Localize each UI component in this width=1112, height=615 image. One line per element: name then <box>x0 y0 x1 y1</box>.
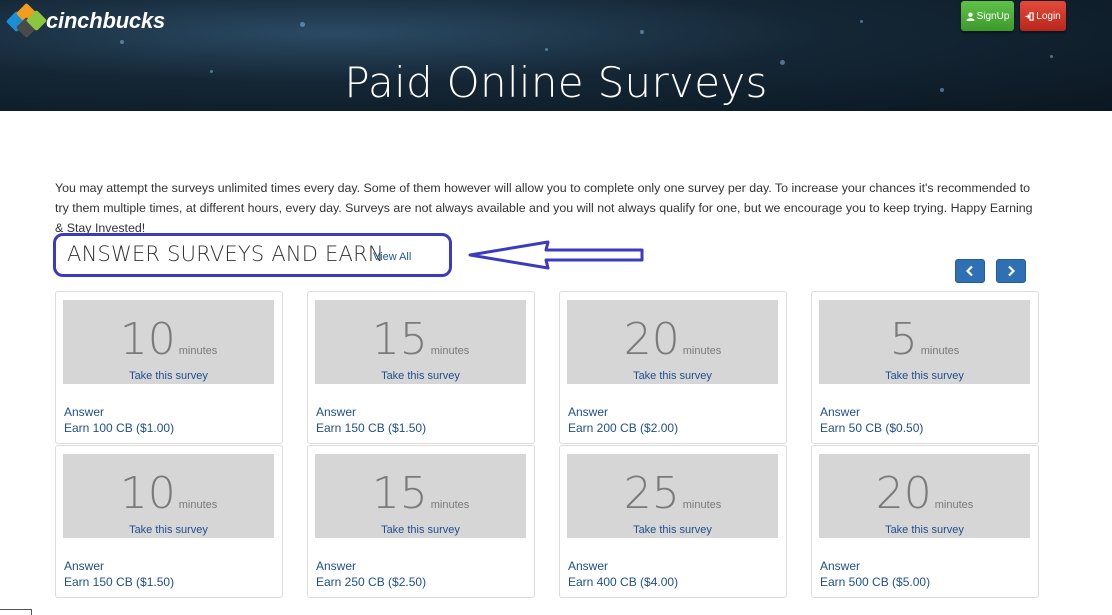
minutes-unit: minutes <box>682 345 722 357</box>
signup-label: SignUp <box>976 10 1010 22</box>
survey-card[interactable]: 15 minutes Take this survey Answer Earn 2… <box>307 445 535 598</box>
bokeh-dot <box>545 48 548 51</box>
survey-answer-link[interactable]: Answer <box>64 405 104 419</box>
survey-minutes: 10 <box>119 468 176 519</box>
survey-card[interactable]: 5 minutes Take this survey Answer Earn 50… <box>811 291 1039 444</box>
user-icon <box>966 12 975 21</box>
survey-answer-link[interactable]: Answer <box>316 405 356 419</box>
carousel-next-button[interactable] <box>996 259 1026 283</box>
survey-minutes: 20 <box>623 314 680 365</box>
bokeh-dot <box>120 40 124 44</box>
survey-tile[interactable]: 20 minutes Take this survey <box>567 300 778 384</box>
logo-text: cinchbucks <box>46 8 166 33</box>
take-survey-link[interactable]: Take this survey <box>315 370 526 382</box>
survey-reward: Earn 200 CB ($2.00) <box>568 421 679 435</box>
bokeh-dot <box>640 30 644 34</box>
hero-banner: cinchbucks SignUp Login Paid Online Surv… <box>0 0 1112 111</box>
signup-button[interactable]: SignUp <box>961 1 1014 31</box>
minutes-unit: minutes <box>920 345 960 357</box>
survey-reward: Earn 250 CB ($2.50) <box>316 575 427 589</box>
survey-card[interactable]: 10 minutes Take this survey Answer Earn 1… <box>55 291 283 444</box>
take-survey-link[interactable]: Take this survey <box>315 524 526 536</box>
minutes-unit: minutes <box>178 499 218 511</box>
section-title: ANSWER SURVEYS AND EARN <box>67 242 384 266</box>
survey-tile[interactable]: 10 minutes Take this survey <box>63 454 274 538</box>
view-all-link[interactable]: View All <box>373 251 411 263</box>
survey-minutes: 15 <box>371 314 428 365</box>
bokeh-dot <box>860 20 863 23</box>
take-survey-link[interactable]: Take this survey <box>819 524 1030 536</box>
survey-card[interactable]: 10 minutes Take this survey Answer Earn 1… <box>55 445 283 598</box>
survey-minutes: 15 <box>371 468 428 519</box>
take-survey-link[interactable]: Take this survey <box>63 370 274 382</box>
survey-tile[interactable]: 15 minutes Take this survey <box>315 454 526 538</box>
survey-tile[interactable]: 5 minutes Take this survey <box>819 300 1030 384</box>
survey-answer-link[interactable]: Answer <box>568 559 608 573</box>
survey-reward: Earn 100 CB ($1.00) <box>64 421 175 435</box>
survey-minutes: 20 <box>875 468 932 519</box>
chevron-right-icon <box>1008 265 1016 277</box>
survey-minutes: 25 <box>623 468 680 519</box>
minutes-unit: minutes <box>430 499 470 511</box>
login-button[interactable]: Login <box>1020 1 1066 31</box>
survey-card[interactable]: 25 minutes Take this survey Answer Earn 4… <box>559 445 787 598</box>
survey-tile[interactable]: 10 minutes Take this survey <box>63 300 274 384</box>
carousel-prev-button[interactable] <box>955 259 985 283</box>
survey-answer-link[interactable]: Answer <box>568 405 608 419</box>
survey-reward: Earn 150 CB ($1.50) <box>64 575 175 589</box>
survey-card[interactable]: 15 minutes Take this survey Answer Earn 1… <box>307 291 535 444</box>
survey-reward: Earn 500 CB ($5.00) <box>820 575 931 589</box>
take-survey-link[interactable]: Take this survey <box>819 370 1030 382</box>
survey-reward: Earn 50 CB ($0.50) <box>820 421 924 435</box>
take-survey-link[interactable]: Take this survey <box>63 524 274 536</box>
survey-tile[interactable]: 25 minutes Take this survey <box>567 454 778 538</box>
survey-card[interactable]: 20 minutes Take this survey Answer Earn 2… <box>559 291 787 444</box>
take-survey-link[interactable]: Take this survey <box>567 524 778 536</box>
login-label: Login <box>1036 10 1061 22</box>
annotation-arrow-icon <box>468 240 644 270</box>
survey-reward: Earn 400 CB ($4.00) <box>568 575 679 589</box>
minutes-unit: minutes <box>178 345 218 357</box>
survey-minutes: 5 <box>889 314 918 365</box>
survey-minutes: 10 <box>119 314 176 365</box>
chevron-left-icon <box>965 265 973 277</box>
minutes-unit: minutes <box>934 499 974 511</box>
take-survey-link[interactable]: Take this survey <box>567 370 778 382</box>
survey-answer-link[interactable]: Answer <box>64 559 104 573</box>
survey-card[interactable]: 20 minutes Take this survey Answer Earn 5… <box>811 445 1039 598</box>
survey-answer-link[interactable]: Answer <box>316 559 356 573</box>
page-title: Paid Online Surveys <box>344 58 768 107</box>
page-corner-divider <box>0 609 32 615</box>
login-icon <box>1025 11 1034 21</box>
site-logo[interactable]: cinchbucks <box>5 2 166 39</box>
bokeh-dot <box>300 22 305 27</box>
survey-answer-link[interactable]: Answer <box>820 559 860 573</box>
survey-answer-link[interactable]: Answer <box>820 405 860 419</box>
minutes-unit: minutes <box>430 345 470 357</box>
survey-tile[interactable]: 20 minutes Take this survey <box>819 454 1030 538</box>
logo-mark-icon <box>5 2 52 39</box>
survey-tile[interactable]: 15 minutes Take this survey <box>315 300 526 384</box>
minutes-unit: minutes <box>682 499 722 511</box>
survey-reward: Earn 150 CB ($1.50) <box>316 421 427 435</box>
intro-text: You may attempt the surveys unlimited ti… <box>55 181 1033 235</box>
